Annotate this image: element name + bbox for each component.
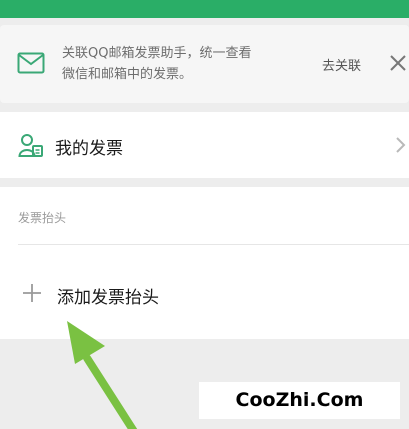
invoice-header-section: 发票抬头 添加发票抬头 — [0, 187, 409, 339]
wechat-invoice-screen: 关联QQ邮箱发票助手，统一查看 微信和邮箱中的发票。 去关联 我的发票 发票抬头… — [0, 0, 409, 429]
chevron-right-icon — [396, 137, 406, 153]
person-card-icon — [18, 134, 43, 157]
qq-mail-link-banner: 关联QQ邮箱发票助手，统一查看 微信和邮箱中的发票。 去关联 — [0, 25, 409, 103]
arrow-up-icon — [67, 321, 138, 429]
link-account-button[interactable]: 去关联 — [322, 55, 361, 74]
banner-message: 关联QQ邮箱发票助手，统一查看 微信和邮箱中的发票。 — [62, 43, 312, 85]
add-invoice-header-button[interactable]: 添加发票抬头 — [57, 283, 159, 308]
mail-icon — [17, 52, 45, 74]
section-caption: 发票抬头 — [18, 211, 67, 225]
my-invoice-label: 我的发票 — [55, 139, 123, 159]
section-divider — [18, 244, 409, 245]
plus-icon[interactable] — [22, 283, 42, 303]
close-icon[interactable] — [389, 54, 407, 72]
top-green-bar — [0, 0, 409, 18]
banner-message-line2: 微信和邮箱中的发票。 — [62, 67, 193, 82]
banner-message-line1: 关联QQ邮箱发票助手，统一查看 — [62, 46, 252, 61]
watermark: CooZhi.Com — [199, 382, 400, 419]
my-invoice-item[interactable]: 我的发票 — [0, 112, 409, 178]
